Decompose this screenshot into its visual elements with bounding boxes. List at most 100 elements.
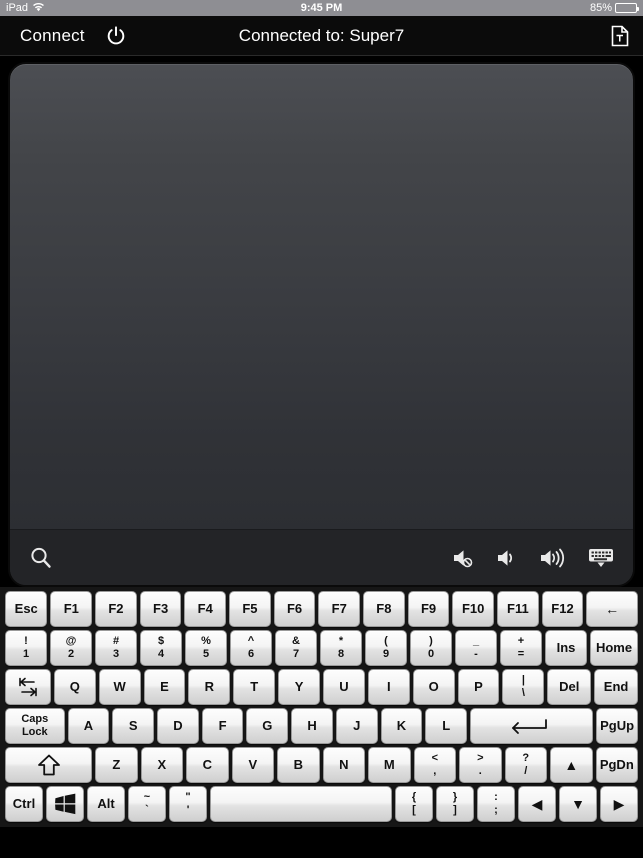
key-f12[interactable]: F12 — [541, 591, 584, 627]
key-f6[interactable]: F6 — [273, 591, 316, 627]
key-end[interactable]: End — [594, 669, 639, 705]
key-f3[interactable]: F3 — [139, 591, 182, 627]
key-shift[interactable] — [5, 747, 93, 783]
key-esc[interactable]: Esc — [5, 591, 48, 627]
key-arrow-up[interactable]: ▲ — [550, 747, 593, 783]
key-ctrl[interactable]: Ctrl — [5, 786, 43, 822]
key-3[interactable]: #3 — [95, 630, 137, 666]
key-k[interactable]: K — [380, 708, 423, 744]
key-2[interactable]: @2 — [50, 630, 92, 666]
key-equals[interactable]: + = — [500, 630, 542, 666]
key-quote[interactable]: " ' — [169, 786, 207, 822]
key-f10[interactable]: F10 — [452, 591, 495, 627]
key-q-label: Q — [69, 679, 80, 695]
key-windows[interactable] — [46, 786, 84, 822]
key-f4[interactable]: F4 — [184, 591, 227, 627]
key-c[interactable]: C — [186, 747, 229, 783]
key-0-label: 0 — [427, 647, 435, 660]
key-f5[interactable]: F5 — [229, 591, 271, 627]
key-backspace[interactable]: ← — [586, 591, 638, 627]
key-p[interactable]: P — [457, 669, 500, 705]
key-j-label: J — [353, 718, 361, 734]
key-9[interactable]: (9 — [365, 630, 407, 666]
key-m[interactable]: M — [368, 747, 411, 783]
key-x-label: X — [157, 757, 167, 773]
trackpad-surface[interactable] — [10, 64, 633, 585]
search-icon[interactable] — [28, 545, 54, 571]
key-d-label: D — [173, 718, 183, 734]
key-0[interactable]: ) 0 — [410, 630, 452, 666]
volume-up-icon[interactable] — [539, 547, 569, 569]
trackpad-panel[interactable] — [8, 62, 635, 587]
key-semicolon[interactable]: :; — [477, 786, 515, 822]
key-minus[interactable]: _ - — [455, 630, 497, 666]
key-g[interactable]: G — [246, 708, 289, 744]
key-pgup[interactable]: PgUp — [596, 708, 638, 744]
key-caps-lock[interactable]: Caps Lock — [5, 708, 65, 744]
key-q[interactable]: Q — [53, 669, 96, 705]
key-y[interactable]: Y — [278, 669, 320, 705]
key-1[interactable]: ! 1 — [5, 630, 47, 666]
key-del[interactable]: Del — [547, 669, 592, 705]
text-document-icon[interactable] — [611, 25, 629, 47]
key-f9[interactable]: F9 — [407, 591, 450, 627]
key-alt[interactable]: Alt — [87, 786, 125, 822]
key-5[interactable]: % 5 — [185, 630, 227, 666]
key-comma[interactable]: <, — [413, 747, 457, 783]
key-e[interactable]: E — [143, 669, 186, 705]
key-bracket-right[interactable]: }] — [436, 786, 474, 822]
key-v[interactable]: V — [231, 747, 275, 783]
key-j[interactable]: J — [335, 708, 378, 744]
key-h[interactable]: H — [291, 708, 333, 744]
key-z[interactable]: Z — [95, 747, 138, 783]
connect-button[interactable]: Connect — [14, 24, 91, 48]
key-d[interactable]: D — [157, 708, 199, 744]
key-l[interactable]: L — [425, 708, 468, 744]
volume-down-icon[interactable] — [495, 547, 521, 569]
key-arrow-left[interactable]: ◀ — [518, 786, 556, 822]
key-4[interactable]: $4 — [140, 630, 182, 666]
key-slash[interactable]: ? / — [504, 747, 548, 783]
key-t-label: T — [250, 679, 259, 695]
key-8[interactable]: * 8 — [320, 630, 362, 666]
key-enter[interactable] — [470, 708, 594, 744]
key-t[interactable]: T — [233, 669, 276, 705]
key-w[interactable]: W — [98, 669, 141, 705]
power-icon[interactable] — [105, 25, 127, 47]
key-f8[interactable]: F8 — [363, 591, 405, 627]
key-i[interactable]: I — [367, 669, 410, 705]
key-home[interactable]: Home — [590, 630, 638, 666]
key-pgdn[interactable]: PgDn — [595, 747, 639, 783]
key-a[interactable]: A — [67, 708, 110, 744]
key-f1[interactable]: F1 — [50, 591, 93, 627]
audio-controls-group — [451, 547, 615, 569]
key-f11[interactable]: F11 — [497, 591, 539, 627]
key-ins[interactable]: Ins — [545, 630, 587, 666]
key-arrow-right[interactable]: ▶ — [600, 786, 638, 822]
key-u[interactable]: U — [323, 669, 365, 705]
hide-keyboard-icon[interactable] — [587, 547, 615, 569]
key-bracket-left[interactable]: {[ — [395, 786, 433, 822]
key-period[interactable]: >. — [459, 747, 502, 783]
key-tab[interactable] — [5, 669, 51, 705]
mute-icon[interactable] — [451, 547, 477, 569]
key-space[interactable] — [210, 786, 392, 822]
key-backslash[interactable]: | \ — [502, 669, 545, 705]
key-f7[interactable]: F7 — [318, 591, 361, 627]
key-r[interactable]: R — [188, 669, 231, 705]
key-bracket-right-label: ] — [453, 803, 457, 816]
key-x[interactable]: X — [140, 747, 184, 783]
key-arrow-down[interactable]: ▼ — [559, 786, 597, 822]
key-6[interactable]: ^ 6 — [230, 630, 272, 666]
key-0-shift-label: ) — [429, 634, 433, 647]
key-7[interactable]: & 7 — [275, 630, 317, 666]
key-tilde[interactable]: ~ ` — [128, 786, 166, 822]
key-n[interactable]: N — [322, 747, 366, 783]
key-f2[interactable]: F2 — [95, 591, 137, 627]
key-b[interactable]: B — [277, 747, 320, 783]
key-f[interactable]: F — [201, 708, 244, 744]
key-s[interactable]: S — [112, 708, 155, 744]
key-caps-lock-label-line2: Lock — [21, 726, 48, 738]
key-o[interactable]: O — [412, 669, 455, 705]
key-f6-label: F6 — [286, 601, 303, 617]
